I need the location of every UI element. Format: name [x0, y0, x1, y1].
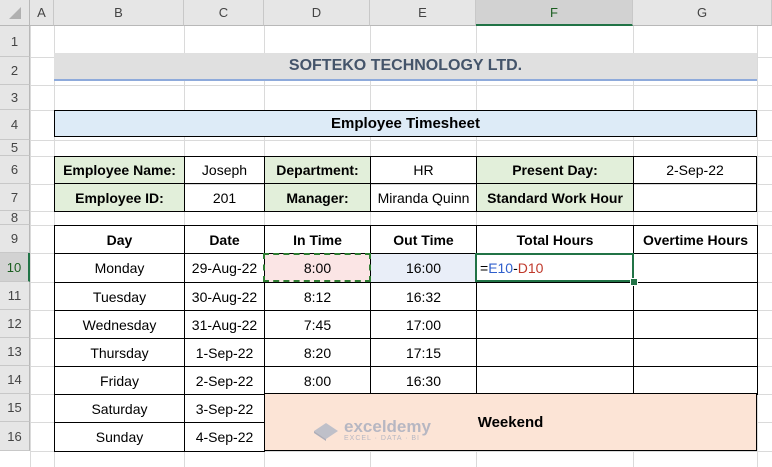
row-header-14[interactable]: 14: [0, 366, 30, 394]
column-header-e[interactable]: E: [370, 0, 476, 26]
watermark-logo: exceldemy EXCEL · DATA · BI: [312, 418, 431, 442]
fill-handle[interactable]: [630, 278, 638, 286]
header-date: Date: [184, 225, 265, 254]
present-day-value[interactable]: 2-Sep-22: [633, 156, 757, 184]
cell-total-hours-formula[interactable]: = E10- D10: [476, 253, 634, 283]
row-header-8[interactable]: 8: [0, 210, 30, 225]
cell-day[interactable]: Sunday: [54, 422, 185, 452]
cell-total-hours[interactable]: [476, 282, 634, 311]
gridline-horizontal: [30, 140, 772, 141]
row-header-16[interactable]: 16: [0, 422, 30, 451]
cell-day[interactable]: Friday: [54, 366, 185, 395]
manager-label: Manager:: [264, 183, 371, 212]
cell-date[interactable]: 1-Sep-22: [184, 338, 265, 367]
gridline-horizontal: [30, 85, 772, 86]
sheet-subtitle: Employee Timesheet: [54, 110, 757, 137]
column-header-g[interactable]: G: [633, 0, 772, 26]
row-header-4[interactable]: 4: [0, 110, 30, 140]
row-header-6[interactable]: 6: [0, 156, 30, 184]
cell-in-time[interactable]: 7:45: [264, 310, 371, 339]
row-header-1[interactable]: 1: [0, 26, 30, 57]
cell-day[interactable]: Tuesday: [54, 282, 185, 311]
formula-equals: =: [480, 260, 489, 276]
header-overtime-hours: Overtime Hours: [633, 225, 758, 254]
header-day: Day: [54, 225, 185, 254]
spreadsheet-grid[interactable]: A B C D E F G 1 2 3 4 5 6 7 8 9 10 11 12 13 14 15 16 SOFTEKO T…: [0, 0, 772, 467]
weekend-label: Weekend: [477, 413, 544, 431]
cell-day[interactable]: Wednesday: [54, 310, 185, 339]
watermark-brand: exceldemy: [344, 417, 431, 436]
cell-out-time[interactable]: 16:32: [370, 282, 477, 311]
cell-out-time[interactable]: 16:00: [370, 253, 477, 283]
employee-id-label: Employee ID:: [54, 183, 185, 212]
cell-overtime-hours[interactable]: [633, 338, 758, 367]
standard-work-hour-label: Standard Work Hour: [476, 183, 634, 212]
cell-total-hours[interactable]: [476, 338, 634, 367]
watermark-tagline: EXCEL · DATA · BI: [344, 435, 420, 442]
cell-out-time[interactable]: 17:15: [370, 338, 477, 367]
column-header-c[interactable]: C: [184, 0, 264, 26]
cell-date[interactable]: 31-Aug-22: [184, 310, 265, 339]
cell-overtime-hours[interactable]: [633, 253, 758, 283]
company-title: SOFTEKO TECHNOLOGY LTD.: [54, 53, 757, 81]
cell-total-hours[interactable]: [476, 366, 634, 395]
cell-in-time[interactable]: 8:00: [264, 366, 371, 395]
gridline-vertical: [30, 26, 31, 467]
row-header-11[interactable]: 11: [0, 282, 30, 310]
header-out-time: Out Time: [370, 225, 477, 254]
cell-day[interactable]: Monday: [54, 253, 185, 283]
present-day-label: Present Day:: [476, 156, 634, 184]
manager-value[interactable]: Miranda Quinn: [370, 183, 477, 212]
cell-date[interactable]: 30-Aug-22: [184, 282, 265, 311]
cell-date[interactable]: 2-Sep-22: [184, 366, 265, 395]
cell-day[interactable]: Thursday: [54, 338, 185, 367]
row-header-10[interactable]: 10: [0, 253, 30, 282]
row-header-5[interactable]: 5: [0, 140, 30, 156]
department-label: Department:: [264, 156, 371, 184]
cell-in-time[interactable]: 8:00: [264, 253, 371, 283]
column-header-d[interactable]: D: [264, 0, 370, 26]
header-total-hours: Total Hours: [476, 225, 634, 254]
row-header-9[interactable]: 9: [0, 225, 30, 253]
cell-in-time[interactable]: 8:20: [264, 338, 371, 367]
header-in-time: In Time: [264, 225, 371, 254]
cell-out-time[interactable]: 17:00: [370, 310, 477, 339]
column-header-f[interactable]: F: [476, 0, 633, 26]
row-header-12[interactable]: 12: [0, 310, 30, 338]
cell-date[interactable]: 29-Aug-22: [184, 253, 265, 283]
cell-date[interactable]: 3-Sep-22: [184, 394, 265, 423]
cell-overtime-hours[interactable]: [633, 282, 758, 311]
select-all-corner[interactable]: [0, 0, 30, 26]
cell-day[interactable]: Saturday: [54, 394, 185, 423]
employee-id-value[interactable]: 201: [184, 183, 265, 212]
column-header-a[interactable]: A: [30, 0, 54, 26]
row-header-15[interactable]: 15: [0, 394, 30, 422]
cell-in-time[interactable]: 8:12: [264, 282, 371, 311]
exceldemy-logo-icon: [314, 423, 338, 441]
employee-name-value[interactable]: Joseph: [184, 156, 265, 184]
department-value[interactable]: HR: [370, 156, 477, 184]
row-header-3[interactable]: 3: [0, 85, 30, 110]
cell-total-hours[interactable]: [476, 310, 634, 339]
cell-out-time[interactable]: 16:30: [370, 366, 477, 395]
standard-work-hour-value[interactable]: [633, 183, 757, 212]
formula-ref-d10: D10: [517, 260, 544, 276]
cell-overtime-hours[interactable]: [633, 366, 758, 395]
cell-date[interactable]: 4-Sep-22: [184, 422, 265, 452]
employee-name-label: Employee Name:: [54, 156, 185, 184]
formula-ref-e10: E10: [488, 260, 514, 276]
row-header-7[interactable]: 7: [0, 184, 30, 211]
row-header-13[interactable]: 13: [0, 338, 30, 366]
cell-overtime-hours[interactable]: [633, 310, 758, 339]
column-header-b[interactable]: B: [54, 0, 184, 26]
select-all-triangle-icon: [8, 6, 21, 19]
row-header-2[interactable]: 2: [0, 57, 30, 85]
